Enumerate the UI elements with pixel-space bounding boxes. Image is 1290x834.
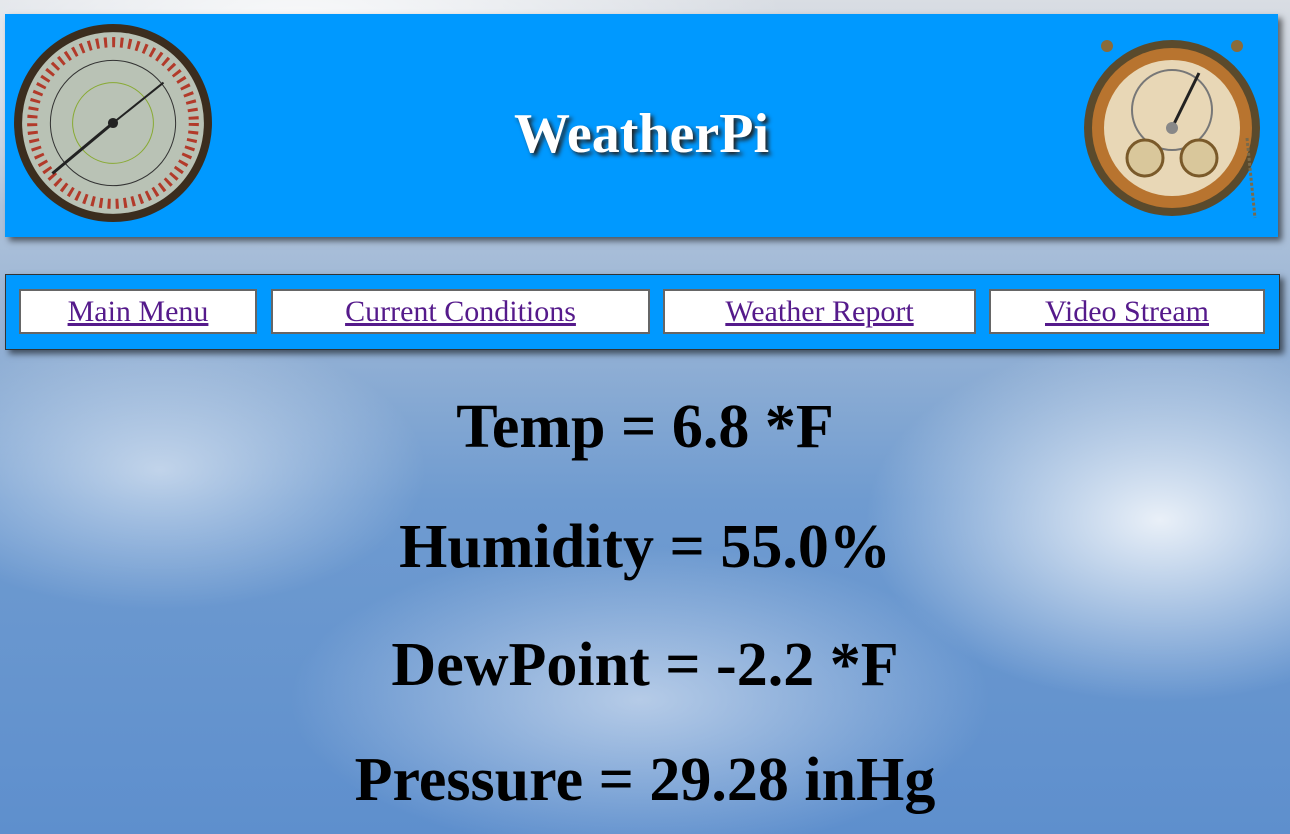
nav-item-current-conditions: Current Conditions [271,289,650,334]
nav-item-main-menu: Main Menu [19,289,257,334]
pressure-reading: Pressure = 29.28 inHg [354,746,936,814]
header-banner: WeatherPi [5,14,1278,237]
dewpoint-reading: DewPoint = -2.2 *F [391,631,899,699]
video-stream-link[interactable]: Video Stream [1045,295,1209,329]
nav-item-video-stream: Video Stream [989,289,1265,334]
nav-item-weather-report: Weather Report [663,289,976,334]
temp-reading: Temp = 6.8 *F [456,393,834,461]
barometer-gauge-icon [1084,40,1260,219]
current-conditions-link[interactable]: Current Conditions [345,295,576,329]
humidity-reading: Humidity = 55.0% [399,513,891,581]
nav-bar: Main Menu Current Conditions Weather Rep… [5,274,1280,350]
main-menu-link[interactable]: Main Menu [68,295,209,329]
weather-report-link[interactable]: Weather Report [725,295,913,329]
